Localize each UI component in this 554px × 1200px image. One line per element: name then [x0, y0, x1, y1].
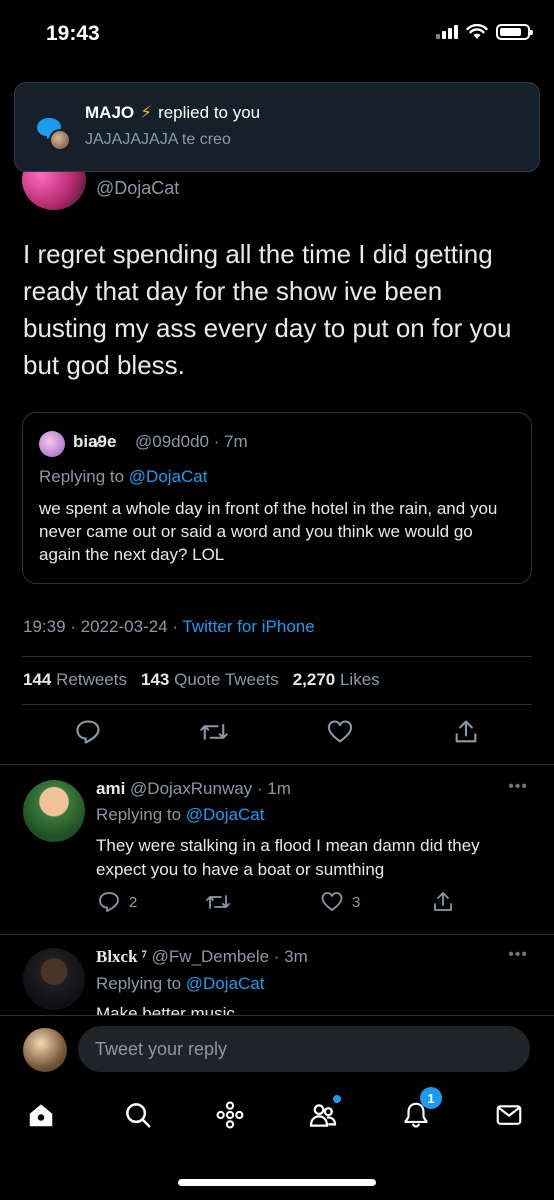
reply-button[interactable] [72, 716, 104, 748]
notification-avatar [49, 129, 71, 151]
mention-link[interactable]: @DojaCat [186, 974, 265, 993]
retweet-icon [206, 895, 230, 909]
reply-avatar[interactable] [23, 948, 85, 1010]
retweets-count: 144 [23, 670, 52, 689]
likes-count: 2,270 [292, 670, 336, 689]
reply-retweet-button[interactable] [205, 890, 231, 914]
communities-icon [309, 1104, 337, 1127]
tab-home[interactable] [25, 1099, 57, 1131]
share-icon [434, 892, 452, 911]
quoted-text: we spent a whole day in front of the hot… [39, 499, 498, 564]
tweet-timestamp: 19:39 · 2022-03-24 · [23, 617, 183, 636]
divider [22, 656, 532, 657]
quoted-handle-time: @09d0d0 · 7m [135, 432, 248, 451]
tweet-stats: 144 Retweets 143 Quote Tweets 2,270 Like… [23, 670, 380, 690]
replying-prefix: Replying to [96, 805, 182, 824]
reply-handle-time: @Fw_Dembele · 3m [151, 947, 308, 966]
communities-dot-badge [333, 1095, 341, 1103]
reply-reply-button[interactable]: 2 [97, 890, 137, 914]
mention-link[interactable]: @DojaCat [186, 805, 265, 824]
mail-icon [496, 1105, 522, 1125]
reply-header: ami @DojaxRunway · 1m [96, 779, 291, 799]
home-indicator [178, 1179, 376, 1186]
spaces-icon [216, 1101, 244, 1129]
tab-messages[interactable] [493, 1099, 525, 1131]
more-options-button[interactable]: ••• [508, 946, 528, 964]
quotes-count: 143 [140, 670, 170, 689]
reply-icon [99, 892, 119, 912]
bottom-tab-bar: 1 [0, 1085, 554, 1150]
quoted-replying-to: Replying to @DojaCat [39, 467, 207, 487]
tweet-text: I regret spending all the time I did get… [23, 239, 512, 380]
quote-tweets-stat[interactable]: 143 Quote Tweets [141, 670, 279, 690]
status-bar: 19:43 [0, 0, 554, 70]
tweet-actions [0, 716, 554, 756]
battery-icon [496, 24, 533, 40]
reply-handle-time: @DojaxRunway · 1m [130, 779, 291, 798]
retweets-stat[interactable]: 144 Retweets [23, 670, 127, 690]
quotes-label: Quote Tweets [174, 670, 279, 689]
reply-input[interactable]: Tweet your reply [78, 1026, 530, 1072]
reply-tweet[interactable]: Blxck ⁷ @Fw_Dembele · 3m ••• Replying to… [0, 934, 554, 1015]
reply-avatar[interactable] [23, 780, 85, 842]
heart-icon [321, 892, 343, 911]
reply-replying-to: Replying to @DojaCat [96, 974, 264, 994]
quoted-name: bia̷9e [73, 432, 117, 451]
notification-message: JAJAJAJAJA te creo [85, 131, 231, 148]
reply-share-button[interactable] [431, 890, 455, 914]
current-user-avatar[interactable] [23, 1028, 67, 1072]
tweet-source-link[interactable]: Twitter for iPhone [182, 617, 314, 636]
notifications-badge: 1 [420, 1087, 442, 1109]
retweet-icon [200, 724, 228, 740]
search-icon [126, 1103, 151, 1128]
notification-action: replied to you [158, 103, 261, 122]
tab-spaces[interactable] [214, 1099, 246, 1131]
replying-prefix: Replying to [96, 974, 182, 993]
quoted-mention-link[interactable]: @DojaCat [129, 467, 208, 486]
lightning-icon: ⚡ [140, 103, 153, 122]
reply-header: Blxck ⁷ @Fw_Dembele · 3m [96, 947, 308, 967]
wifi-icon [466, 24, 488, 39]
quoted-replying-prefix: Replying to [39, 467, 125, 486]
reply-name[interactable]: Blxck ⁷ [96, 947, 147, 966]
quoted-avatar [39, 431, 65, 457]
retweet-button[interactable] [198, 716, 230, 748]
quoted-tweet[interactable]: bia̷9e @09d0d0 · 7m Replying to @DojaCat… [22, 412, 532, 584]
reply-notification-banner[interactable]: MAJO ⚡ replied to you JAJAJAJAJA te creo [14, 82, 540, 172]
cellular-signal-icon [436, 25, 458, 39]
heart-icon [327, 720, 353, 743]
share-button[interactable] [450, 716, 482, 748]
reply-composer: Tweet your reply [0, 1015, 554, 1085]
status-time: 19:43 [46, 22, 100, 45]
like-button[interactable] [324, 716, 356, 748]
tab-notifications[interactable]: 1 [400, 1087, 442, 1131]
more-options-button[interactable]: ••• [508, 778, 528, 796]
notification-name: MAJO [85, 103, 135, 122]
reply-text: They were stalking in a flood I mean dam… [96, 836, 480, 879]
reply-like-button[interactable]: 3 [320, 890, 360, 914]
reply-actions: 2 3 [0, 890, 554, 918]
share-icon [455, 720, 477, 743]
divider [0, 764, 554, 765]
home-icon [29, 1104, 53, 1127]
retweets-label: Retweets [56, 670, 127, 689]
author-handle[interactable]: @DojaCat [96, 178, 179, 199]
reply-count: 2 [129, 893, 138, 911]
notification-title: MAJO ⚡ replied to you [85, 103, 260, 123]
reply-text: Make better music [96, 1004, 235, 1015]
reply-name[interactable]: ami [96, 779, 125, 798]
likes-label: Likes [339, 670, 380, 689]
tab-communities[interactable] [307, 1095, 341, 1131]
likes-stat[interactable]: 2,270 Likes [293, 670, 380, 690]
tweet-meta: 19:39 · 2022-03-24 · Twitter for iPhone [23, 617, 315, 637]
divider [22, 704, 532, 705]
status-icons [436, 24, 533, 40]
reply-replying-to: Replying to @DojaCat [96, 805, 264, 825]
tab-search[interactable] [122, 1099, 154, 1131]
reply-icon [76, 720, 100, 744]
like-count: 3 [352, 893, 361, 911]
